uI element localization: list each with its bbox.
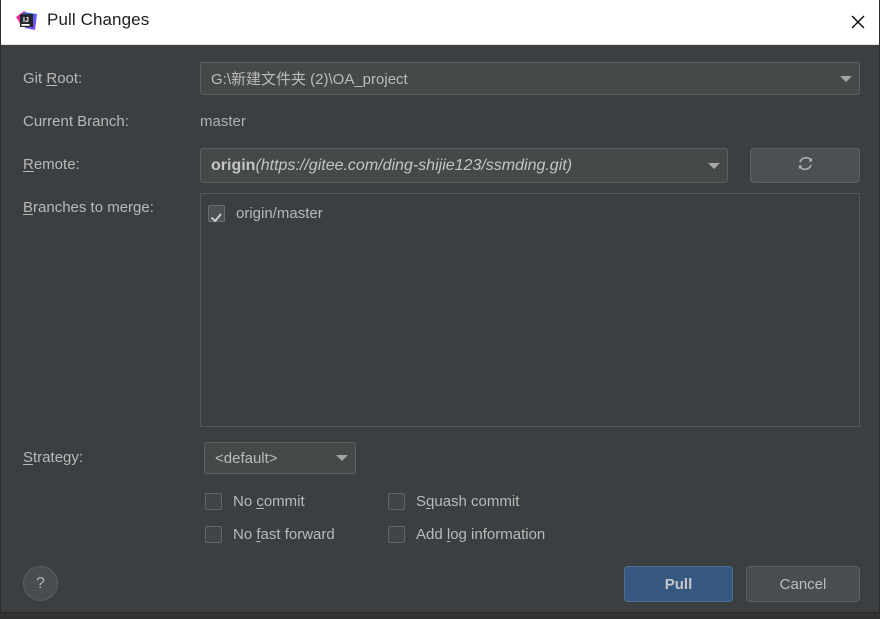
remote-combobox[interactable]: origin(https://gitee.com/ding-shijie123/… — [200, 148, 728, 183]
chevron-down-icon — [833, 75, 859, 82]
remote-url: (https://gitee.com/ding-shijie123/ssmdin… — [255, 156, 573, 174]
squash-commit-label: Squash commit — [416, 493, 520, 510]
cancel-button-label: Cancel — [779, 575, 827, 593]
dialog-title: Pull Changes — [47, 10, 150, 29]
branches-list[interactable]: origin/master — [200, 193, 860, 427]
refresh-icon — [796, 154, 815, 178]
git-root-combobox[interactable]: G:\新建文件夹 (2)\OA_project — [200, 62, 860, 95]
remote-label: Remote: — [23, 156, 80, 173]
branch-checkbox[interactable] — [208, 205, 225, 222]
refresh-remotes-button[interactable] — [750, 148, 860, 183]
help-button[interactable]: ? — [23, 566, 58, 601]
branch-name: origin/master — [236, 205, 323, 222]
strategy-combobox[interactable]: <default> — [204, 442, 356, 474]
pull-changes-dialog: IJ Pull Changes Git Root: G:\新建文件夹 (2)\O… — [0, 0, 880, 613]
list-item[interactable]: origin/master — [208, 205, 323, 222]
pull-button-label: Pull — [664, 575, 693, 593]
checkbox-squash-commit[interactable]: Squash commit — [388, 493, 519, 510]
no-fast-forward-checkbox[interactable] — [205, 526, 222, 543]
no-commit-label: No commit — [233, 493, 305, 510]
dialog-titlebar: IJ Pull Changes — [1, 0, 879, 45]
git-root-label: Git Root: — [23, 70, 83, 87]
cancel-button[interactable]: Cancel — [746, 566, 860, 602]
no-fast-forward-label: No fast forward — [233, 526, 335, 543]
close-icon[interactable] — [835, 0, 879, 44]
remote-value: origin(https://gitee.com/ding-shijie123/… — [201, 157, 701, 175]
checkbox-no-commit[interactable]: No commit — [205, 493, 305, 510]
chevron-down-icon — [329, 455, 355, 461]
current-branch-label: Current Branch: — [23, 113, 129, 130]
git-root-value: G:\新建文件夹 (2)\OA_project — [211, 71, 408, 88]
checkbox-add-log-information[interactable]: Add log information — [388, 526, 545, 543]
remote-name: origin — [211, 156, 256, 174]
chevron-down-icon — [701, 162, 727, 169]
strategy-value: <default> — [215, 449, 278, 467]
add-log-information-checkbox[interactable] — [388, 526, 405, 543]
strategy-label: Strategy: — [23, 449, 84, 466]
question-mark-icon: ? — [36, 574, 45, 592]
no-commit-checkbox[interactable] — [205, 493, 222, 510]
current-branch-value: master — [200, 113, 246, 130]
squash-commit-checkbox[interactable] — [388, 493, 405, 510]
intellij-idea-icon: IJ — [15, 11, 38, 34]
pull-button[interactable]: Pull — [624, 566, 733, 602]
checkbox-no-fast-forward[interactable]: No fast forward — [205, 526, 335, 543]
svg-text:IJ: IJ — [23, 17, 29, 24]
add-log-information-label: Add log information — [416, 526, 546, 543]
branches-to-merge-label: Branches to merge: — [23, 199, 154, 216]
